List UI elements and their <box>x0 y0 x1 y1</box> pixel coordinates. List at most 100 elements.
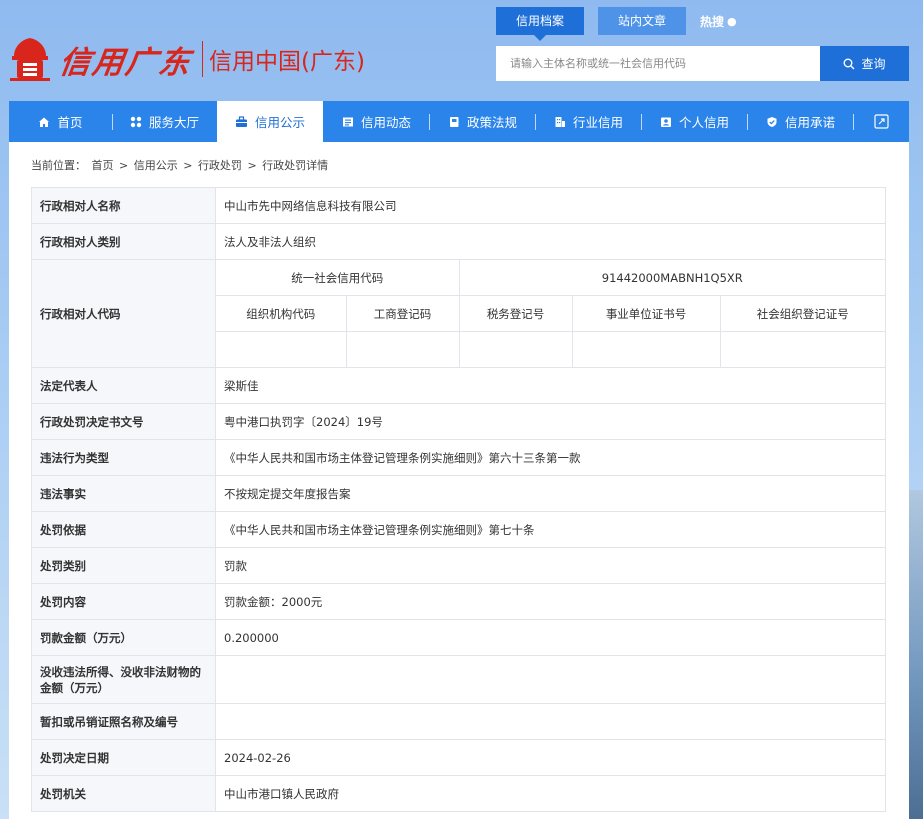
row-value: 梁斯佳 <box>215 367 886 404</box>
table-row: 违法事实 不按规定提交年度报告案 <box>31 475 886 512</box>
tab-site-articles[interactable]: 站内文章 <box>598 7 687 35</box>
table-row: 行政相对人代码 统一社会信用代码 91442000MABNH1Q5XR <box>31 259 887 368</box>
row-label: 行政相对人名称 <box>31 187 216 224</box>
row-value <box>215 655 886 704</box>
home-icon <box>39 117 50 127</box>
table-row: 罚款金额（万元） 0.200000 <box>31 619 886 656</box>
breadcrumb-home[interactable]: 首页 <box>92 159 114 172</box>
hot-search-link[interactable]: 热搜 ● <box>700 13 737 30</box>
breadcrumb-sep: > <box>247 159 257 172</box>
tab-credit-archive[interactable]: 信用档案 <box>496 7 585 41</box>
row-value: 《中华人民共和国市场主体登记管理条例实施细则》第六十三条第一款 <box>215 439 886 476</box>
nav-item-credit-news[interactable]: 信用动态 <box>324 101 429 142</box>
table-row: 行政处罚决定书文号 粤中港口执罚字〔2024〕19号 <box>31 403 886 440</box>
grid-icon <box>130 116 142 127</box>
row-label: 处罚类别 <box>31 547 216 584</box>
main-nav: 首页 服务大厅 信用公示 信用动态 政策法规 行业信用 个人信用 信用承诺 <box>9 101 909 142</box>
row-value: 中山市港口镇人民政府 <box>215 775 886 812</box>
breadcrumb-penalty[interactable]: 行政处罚 <box>198 159 242 172</box>
breadcrumb-prefix: 当前位置： <box>31 159 86 172</box>
table-row: 行政相对人类别 法人及非法人组织 <box>31 223 886 260</box>
code-value <box>719 331 887 368</box>
table-row: 行政相对人名称 中山市先中网络信息科技有限公司 <box>31 187 886 224</box>
code-header: 社会组织登记证号 <box>719 295 887 332</box>
row-label: 违法事实 <box>31 475 216 512</box>
row-label: 处罚依据 <box>31 511 216 548</box>
row-label: 处罚机关 <box>31 775 216 812</box>
nav-label-personal-credit: 个人信用 <box>678 115 729 130</box>
nav-item-home[interactable]: 首页 <box>9 101 112 142</box>
briefcase-icon <box>235 115 247 127</box>
row-label: 行政相对人代码 <box>31 259 216 368</box>
table-row: 处罚决定日期 2024-02-26 <box>31 739 886 776</box>
row-label: 没收违法所得、没收非法财物的金额（万元） <box>31 655 216 704</box>
row-value <box>215 703 886 740</box>
nav-label-service-hall: 服务大厅 <box>148 115 199 130</box>
row-value: 不按规定提交年度报告案 <box>215 475 886 512</box>
site-header: 信用广东 信用中国(广东) 信用档案 站内文章 热搜 ● 查询 <box>0 0 923 101</box>
row-label: 违法行为类型 <box>31 439 216 476</box>
code-value <box>215 331 347 368</box>
person-card-icon <box>660 117 671 127</box>
row-value: 罚款 <box>215 547 886 584</box>
row-label: 行政相对人类别 <box>31 223 216 260</box>
news-icon <box>342 117 353 126</box>
table-row: 处罚类别 罚款 <box>31 547 886 584</box>
logo-divider <box>202 41 203 77</box>
hot-search-label: 热搜 <box>700 14 725 29</box>
search-type-tabs: 信用档案 站内文章 热搜 ● <box>496 7 737 41</box>
breadcrumb: 当前位置： 首页 > 信用公示 > 行政处罚 > 行政处罚详情 <box>31 157 330 173</box>
nav-label-credit-publicity: 信用公示 <box>254 115 305 130</box>
nav-item-credit-commitment[interactable]: 信用承诺 <box>748 101 853 142</box>
nav-item-policy[interactable]: 政策法规 <box>430 101 535 142</box>
row-value: 0.200000 <box>215 619 886 656</box>
search-button[interactable]: 查询 <box>820 46 909 81</box>
search-button-label: 查询 <box>861 57 886 71</box>
uscc-value: 91442000MABNH1Q5XR <box>458 259 887 296</box>
breadcrumb-current: 行政处罚详情 <box>262 159 329 172</box>
row-value: 罚款金额：2000元 <box>215 583 886 620</box>
nav-label-credit-commitment: 信用承诺 <box>784 115 835 130</box>
row-label: 处罚内容 <box>31 583 216 620</box>
row-label: 暂扣或吊销证照名称及编号 <box>31 703 216 740</box>
code-header: 事业单位证书号 <box>571 295 721 332</box>
table-row: 违法行为类型 《中华人民共和国市场主体登记管理条例实施细则》第六十三条第一款 <box>31 439 886 476</box>
row-value: 粤中港口执罚字〔2024〕19号 <box>215 403 886 440</box>
table-row: 处罚机关 中山市港口镇人民政府 <box>31 775 886 812</box>
breadcrumb-credit-publicity[interactable]: 信用公示 <box>134 159 178 172</box>
nav-item-industry-credit[interactable]: 行业信用 <box>536 101 641 142</box>
penalty-detail-table: 行政相对人名称 中山市先中网络信息科技有限公司 行政相对人类别 法人及非法人组织… <box>31 187 887 812</box>
nav-item-personal-credit[interactable]: 个人信用 <box>642 101 747 142</box>
book-icon <box>449 116 459 127</box>
code-value <box>345 331 460 368</box>
table-row: 处罚依据 《中华人民共和国市场主体登记管理条例实施细则》第七十条 <box>31 511 886 548</box>
flame-icon: ● <box>727 14 737 28</box>
table-row: 暂扣或吊销证照名称及编号 <box>31 703 886 740</box>
search-input[interactable] <box>496 46 820 81</box>
logo-emblem-icon <box>10 38 50 81</box>
code-header: 税务登记号 <box>458 295 573 332</box>
nav-label-industry-credit: 行业信用 <box>572 115 623 130</box>
code-header: 组织机构代码 <box>215 295 347 332</box>
breadcrumb-sep: > <box>119 159 129 172</box>
search-icon <box>843 58 855 69</box>
nav-label-credit-news: 信用动态 <box>360 115 411 130</box>
nav-item-service-hall[interactable]: 服务大厅 <box>113 101 216 142</box>
external-link-icon <box>873 114 889 129</box>
row-label: 罚款金额（万元） <box>31 619 216 656</box>
code-header: 工商登记码 <box>345 295 460 332</box>
table-row: 没收违法所得、没收非法财物的金额（万元） <box>31 655 886 704</box>
row-value: 《中华人民共和国市场主体登记管理条例实施细则》第七十条 <box>215 511 886 548</box>
search-bar: 查询 <box>496 46 909 81</box>
table-row: 法定代表人 梁斯佳 <box>31 367 886 404</box>
site-logo[interactable]: 信用广东 信用中国(广东) <box>8 34 365 84</box>
logo-site-name: 信用中国(广东) <box>209 49 365 75</box>
row-label: 法定代表人 <box>31 367 216 404</box>
row-label: 行政处罚决定书文号 <box>31 403 216 440</box>
code-value <box>458 331 573 368</box>
row-value: 法人及非法人组织 <box>215 223 886 260</box>
nav-item-external-link[interactable] <box>854 101 908 142</box>
shield-check-icon <box>767 116 777 127</box>
nav-item-credit-publicity[interactable]: 信用公示 <box>217 101 323 142</box>
row-label: 处罚决定日期 <box>31 739 216 776</box>
